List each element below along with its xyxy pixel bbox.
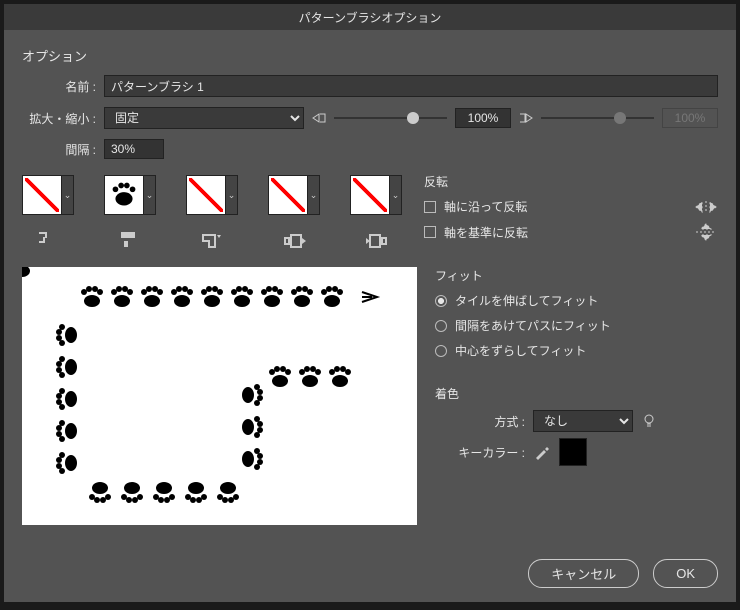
end-tile[interactable] xyxy=(350,175,390,215)
side-tile-icon xyxy=(118,229,142,253)
tile-swatches: ⌄ ⌄ ⌄ ⌄ ⌄ xyxy=(22,175,402,253)
start-dropdown[interactable]: ⌄ xyxy=(308,175,320,215)
slider-left-arrow-icon xyxy=(312,111,326,125)
method-select[interactable]: なし xyxy=(533,410,633,432)
cancel-button[interactable]: キャンセル xyxy=(528,559,639,588)
inner-corner-icon xyxy=(200,229,224,253)
inner-corner-tile[interactable] xyxy=(186,175,226,215)
scale-percent-second: 100% xyxy=(662,108,718,128)
titlebar: パターンブラシオプション xyxy=(4,4,736,30)
ok-button[interactable]: OK xyxy=(653,559,718,588)
outer-corner-tile[interactable] xyxy=(22,175,62,215)
eyedropper-icon[interactable] xyxy=(533,443,551,461)
dialog-window: パターンブラシオプション オプション 名前 : 拡大・縮小 : 固定 100% … xyxy=(4,4,736,602)
side-dropdown[interactable]: ⌄ xyxy=(144,175,156,215)
fit-stretch-radio[interactable]: タイルを伸ばしてフィット xyxy=(435,292,718,309)
outer-corner-dropdown[interactable]: ⌄ xyxy=(62,175,74,215)
fit-spacing-radio[interactable]: 間隔をあけてパスにフィット xyxy=(435,317,718,334)
inner-corner-dropdown[interactable]: ⌄ xyxy=(226,175,238,215)
name-row: 名前 : xyxy=(22,75,718,97)
fit-panel: フィット タイルを伸ばしてフィット 間隔をあけてパスにフィット 中心をずらしてフ… xyxy=(435,267,718,367)
start-tile-icon xyxy=(282,229,306,253)
spacing-row: 間隔 : 30% xyxy=(22,139,718,159)
colorize-panel: 着色 方式 : なし キーカラー : xyxy=(435,385,718,472)
brush-preview xyxy=(22,267,417,525)
flip-title: 反転 xyxy=(424,173,718,190)
key-color-swatch[interactable] xyxy=(559,438,587,466)
flip-panel: 反転 軸に沿って反転 軸を基準に反転 xyxy=(424,169,718,249)
slider-track-left xyxy=(334,117,447,119)
flip-across-icon xyxy=(694,223,718,241)
colorize-title: 着色 xyxy=(435,385,718,402)
name-input[interactable] xyxy=(104,75,718,97)
flip-along-label: 軸に沿って反転 xyxy=(444,198,527,215)
flip-across-label: 軸を基準に反転 xyxy=(444,224,528,241)
scale-mode-select[interactable]: 固定 xyxy=(104,107,304,129)
outer-corner-icon xyxy=(36,229,60,253)
flip-across-checkbox[interactable]: 軸を基準に反転 xyxy=(424,223,718,241)
name-label: 名前 : xyxy=(22,78,104,95)
key-color-label: キーカラー : xyxy=(435,444,525,461)
scale-label: 拡大・縮小 : xyxy=(22,110,104,127)
method-label: 方式 : xyxy=(435,413,525,430)
start-tile[interactable] xyxy=(268,175,308,215)
scale-slider[interactable]: 100% 100% xyxy=(312,108,718,128)
side-tile[interactable] xyxy=(104,175,144,215)
content: オプション 名前 : 拡大・縮小 : 固定 100% 100% 間隔 : 30% xyxy=(4,30,736,602)
window-title: パターンブラシオプション xyxy=(299,9,442,26)
spacing-input[interactable]: 30% xyxy=(104,139,164,159)
footer: キャンセル OK xyxy=(528,559,718,588)
flip-along-icon xyxy=(694,200,718,214)
end-tile-icon xyxy=(364,229,388,253)
slider-right-arrow-icon xyxy=(519,111,533,125)
spacing-label: 間隔 : xyxy=(22,141,104,158)
scale-row: 拡大・縮小 : 固定 100% 100% xyxy=(22,107,718,129)
flip-along-checkbox[interactable]: 軸に沿って反転 xyxy=(424,198,718,215)
slider-track-right xyxy=(541,117,654,119)
options-header: オプション xyxy=(22,46,718,65)
end-dropdown[interactable]: ⌄ xyxy=(390,175,402,215)
lightbulb-icon[interactable] xyxy=(641,413,657,429)
fit-title: フィット xyxy=(435,267,718,284)
fit-center-radio[interactable]: 中心をずらしてフィット xyxy=(435,342,718,359)
scale-percent[interactable]: 100% xyxy=(455,108,511,128)
